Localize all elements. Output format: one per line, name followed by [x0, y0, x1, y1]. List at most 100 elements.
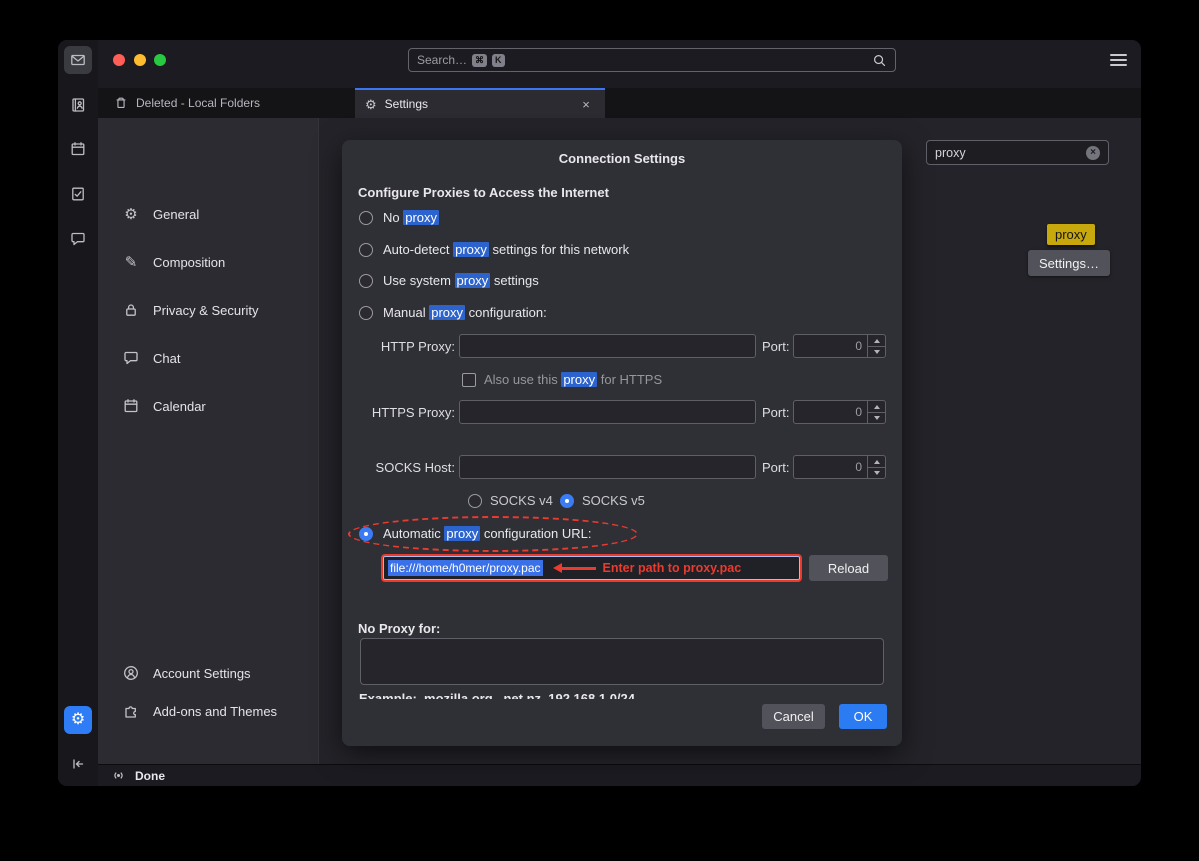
reload-button[interactable]: Reload — [809, 555, 888, 581]
ok-button[interactable]: OK — [839, 704, 887, 729]
sidebar-item-label: Composition — [153, 255, 225, 270]
desktop-background: ⚙ Search… ⌘ K Deleted - Local F — [0, 0, 1199, 861]
https-port-stepper[interactable]: 0 — [793, 400, 886, 424]
dialog-title: Connection Settings — [342, 151, 902, 166]
status-text: Done — [135, 769, 165, 783]
radio-label: Manual proxy configuration: — [383, 305, 547, 320]
radio-icon[interactable] — [359, 274, 373, 288]
dialog-footer: Cancel OK — [342, 699, 902, 746]
https-proxy-label: HTTPS Proxy: — [342, 405, 455, 420]
radio-manual[interactable]: Manual proxy configuration: — [359, 305, 547, 320]
find-highlight-proxy: proxy — [1047, 224, 1095, 245]
example-text-clipped: Example: .mozilla.org, .net.nz, 192.168.… — [359, 691, 879, 699]
gear-icon: ⚙ — [122, 205, 140, 223]
radio-icon[interactable] — [359, 243, 373, 257]
no-proxy-for-label: No Proxy for: — [358, 621, 440, 636]
radio-label: SOCKS v4 — [490, 493, 553, 508]
sidebar-item-chat[interactable]: Chat — [98, 345, 318, 371]
port-value: 0 — [855, 460, 862, 474]
chat-rail-icon[interactable] — [66, 227, 90, 251]
k-key-badge: K — [492, 54, 505, 67]
gear-icon: ⚙ — [71, 712, 85, 728]
clear-search-icon[interactable]: × — [1086, 146, 1100, 160]
radio-icon[interactable] — [560, 494, 574, 508]
thunderbird-window: ⚙ Search… ⌘ K Deleted - Local F — [58, 40, 1141, 786]
socks-port-stepper[interactable]: 0 — [793, 455, 886, 479]
no-proxy-for-textarea[interactable] — [360, 638, 884, 685]
checkbox-label: Also use this proxy for HTTPS — [484, 372, 662, 387]
window-minimize-button[interactable] — [134, 54, 146, 66]
sidebar-item-label: Chat — [153, 351, 180, 366]
tab-settings[interactable]: ⚙ Settings × — [355, 88, 605, 118]
sidebar-item-label: General — [153, 207, 199, 222]
app-icon-rail: ⚙ — [58, 40, 98, 786]
checkbox-icon[interactable] — [462, 373, 476, 387]
sidebar-item-label: Calendar — [153, 399, 206, 414]
radio-no-proxy[interactable]: No proxy — [359, 210, 439, 225]
tab-deleted-local-folders[interactable]: Deleted - Local Folders — [114, 88, 260, 118]
spinner-arrows-icon[interactable] — [867, 401, 885, 423]
radio-automatic-url[interactable]: Automatic proxy configuration URL: — [359, 526, 592, 541]
https-proxy-input[interactable] — [459, 400, 756, 424]
connection-settings-button[interactable]: Settings… — [1028, 250, 1110, 276]
search-icon — [872, 53, 887, 68]
spinner-arrows-icon[interactable] — [867, 456, 885, 478]
radio-use-system[interactable]: Use system proxy settings — [359, 273, 539, 288]
port-label: Port: — [762, 339, 789, 354]
global-search-input[interactable]: Search… ⌘ K — [408, 48, 896, 72]
sidebar-item-calendar[interactable]: Calendar — [98, 393, 318, 419]
chat-icon — [122, 349, 140, 367]
radio-icon[interactable] — [359, 211, 373, 225]
proxy-url-input[interactable]: file:///home/h0mer/proxy.pac Enter path … — [383, 556, 800, 580]
sidebar-item-general[interactable]: ⚙ General — [98, 201, 318, 227]
account-icon — [122, 664, 140, 682]
sidebar-item-composition[interactable]: ✎ Composition — [98, 249, 318, 275]
annotation-red-box: file:///home/h0mer/proxy.pac Enter path … — [381, 554, 802, 582]
sidebar-item-label: Add-ons and Themes — [153, 704, 277, 719]
port-label: Port: — [762, 405, 789, 420]
settings-search-input[interactable]: proxy × — [926, 140, 1109, 165]
sidebar-item-addons-themes[interactable]: Add-ons and Themes — [98, 698, 318, 724]
window-close-button[interactable] — [113, 54, 125, 66]
close-icon[interactable]: × — [577, 95, 595, 113]
calendar-rail-icon[interactable] — [66, 137, 90, 161]
http-proxy-input[interactable] — [459, 334, 756, 358]
window-zoom-button[interactable] — [154, 54, 166, 66]
sidebar-item-account-settings[interactable]: Account Settings — [98, 660, 318, 686]
port-value: 0 — [855, 339, 862, 353]
address-book-icon[interactable] — [66, 93, 90, 117]
annotation-arrow-icon: Enter path to proxy.pac — [553, 561, 742, 575]
status-bar: Done — [98, 764, 1141, 786]
calendar-icon — [122, 397, 140, 415]
annotation-text: Enter path to proxy.pac — [603, 561, 742, 575]
collapse-rail-icon[interactable] — [66, 752, 90, 776]
sidebar-item-label: Privacy & Security — [153, 303, 258, 318]
sidebar-item-label: Account Settings — [153, 666, 251, 681]
radio-icon[interactable] — [359, 306, 373, 320]
radio-auto-detect[interactable]: Auto-detect proxy settings for this netw… — [359, 242, 629, 257]
tasks-icon[interactable] — [66, 182, 90, 206]
search-placeholder: Search… — [417, 53, 467, 67]
puzzle-icon — [122, 702, 140, 720]
proxy-url-value-selected: file:///home/h0mer/proxy.pac — [388, 560, 543, 576]
spinner-arrows-icon[interactable] — [867, 335, 885, 357]
http-proxy-label: HTTP Proxy: — [342, 339, 455, 354]
radio-label: Automatic proxy configuration URL: — [383, 526, 592, 541]
mail-icon[interactable] — [64, 46, 92, 74]
settings-sidebar: ⚙ General ✎ Composition Privacy & Securi… — [98, 118, 319, 765]
cancel-button[interactable]: Cancel — [762, 704, 825, 729]
sidebar-item-privacy-security[interactable]: Privacy & Security — [98, 297, 318, 323]
radio-socks-v4[interactable]: SOCKS v4 — [468, 493, 553, 508]
activity-broadcast-icon — [111, 768, 126, 783]
radio-icon[interactable] — [468, 494, 482, 508]
radio-socks-v5[interactable]: SOCKS v5 — [560, 493, 645, 508]
radio-label: Use system proxy settings — [383, 273, 539, 288]
connection-settings-dialog: Connection Settings Configure Proxies to… — [342, 140, 902, 746]
dialog-heading: Configure Proxies to Access the Internet — [358, 185, 609, 200]
http-port-stepper[interactable]: 0 — [793, 334, 886, 358]
socks-host-input[interactable] — [459, 455, 756, 479]
app-menu-icon[interactable] — [1110, 54, 1127, 66]
settings-gear-active-icon[interactable]: ⚙ — [64, 706, 92, 734]
checkbox-also-use-https[interactable]: Also use this proxy for HTTPS — [462, 372, 662, 387]
radio-icon[interactable] — [359, 527, 373, 541]
